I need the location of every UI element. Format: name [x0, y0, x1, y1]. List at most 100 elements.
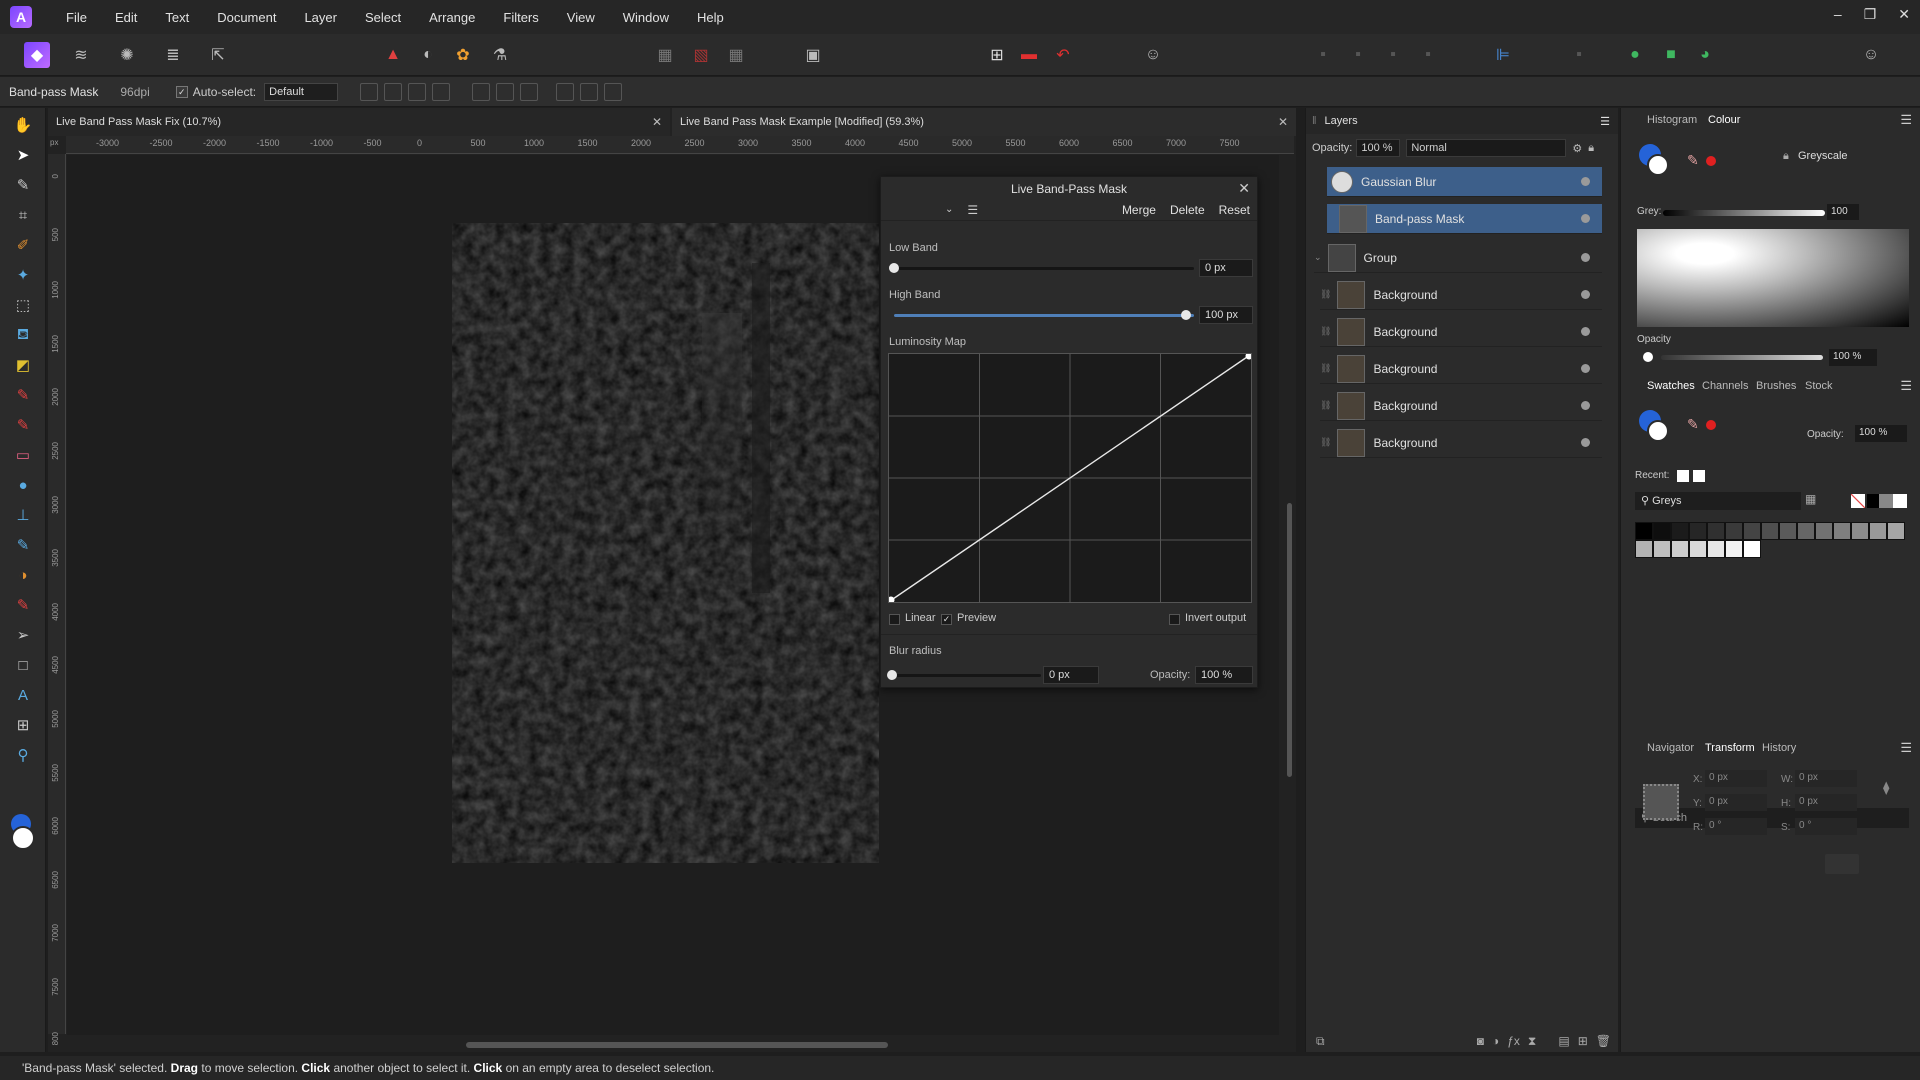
pen-tool-icon[interactable]: ➢ [12, 624, 34, 646]
layer-row[interactable]: ⛓ Background [1320, 280, 1602, 310]
auto-colour-icon[interactable]: ✿ [450, 42, 476, 68]
colour-mode-dropdown[interactable]: Greyscale [1798, 150, 1848, 162]
colour-box[interactable] [1637, 229, 1909, 327]
recent-swatch[interactable] [1693, 470, 1705, 482]
align-right-ctx-icon[interactable] [520, 82, 539, 101]
align-middle-ctx-icon[interactable] [580, 82, 599, 101]
expand-group-icon[interactable]: ⌄ [1314, 252, 1322, 263]
layer-row[interactable]: ⛓ Background [1320, 354, 1602, 384]
rectangle-tool-icon[interactable]: □ [12, 654, 34, 676]
auto-select-checkbox[interactable]: ✓ [175, 85, 188, 98]
palette-dropdown[interactable]: ⚲ Greys [1635, 492, 1801, 510]
quick-mask-icon[interactable]: ▣ [800, 42, 826, 68]
grey-swatch[interactable] [1743, 522, 1761, 540]
colour-menu-icon[interactable]: ☰ [1900, 112, 1912, 128]
colour-picker-tool-icon[interactable]: ✎ [12, 174, 34, 196]
grey-swatch[interactable] [1635, 522, 1653, 540]
no-fill-swatch[interactable] [1851, 494, 1865, 508]
grey-swatch[interactable] [1635, 540, 1653, 558]
colour-replacement-icon[interactable]: ✎ [12, 414, 34, 436]
invert-output-checkbox[interactable] [1169, 614, 1180, 625]
stroke-colour-circle[interactable] [1647, 154, 1669, 176]
auto-select-dropdown[interactable]: Default [264, 82, 339, 101]
flood-select-icon[interactable]: ✦ [12, 264, 34, 286]
close-window-icon[interactable]: ✕ [1898, 6, 1910, 23]
minimize-icon[interactable]: – [1834, 6, 1842, 23]
secondary-colour-swatch[interactable] [11, 826, 35, 850]
visibility-toggle[interactable] [1581, 177, 1590, 186]
y-field[interactable]: 0 px [1705, 794, 1767, 811]
grey-swatch[interactable] [1887, 522, 1905, 540]
undo-red-icon[interactable]: ↶ [1050, 42, 1076, 68]
grey-swatch[interactable] [1725, 522, 1743, 540]
photo-persona-icon[interactable]: ◆ [24, 42, 50, 68]
liquify-persona-icon[interactable]: ≋ [68, 42, 94, 68]
lock-icon[interactable]: 🔒︎ [1588, 142, 1594, 155]
linear-checkbox[interactable] [889, 614, 900, 625]
crop-tool-icon[interactable]: ⌗ [12, 204, 34, 226]
invert-selection-icon[interactable]: ▦ [723, 42, 749, 68]
high-band-knob[interactable] [1181, 310, 1191, 320]
snapping-icon[interactable]: ▬ [1016, 42, 1042, 68]
canvas-image[interactable] [452, 223, 879, 863]
selection-brush-icon[interactable]: ✐ [12, 234, 34, 256]
menu-arrange[interactable]: Arrange [415, 10, 489, 25]
red-eye-icon[interactable]: ✎ [12, 594, 34, 616]
panel-grip-icon[interactable]: ‖ [1312, 115, 1317, 127]
grey-swatch[interactable] [1833, 522, 1851, 540]
grey-swatch[interactable] [1671, 540, 1689, 558]
blend-mode-dropdown[interactable]: Normal [1406, 139, 1567, 157]
arrange-forward-icon[interactable]: ▪ [1380, 42, 1406, 68]
user-account-icon[interactable]: ☺ [1858, 42, 1884, 68]
blur-brush-icon[interactable]: ✎ [12, 534, 34, 556]
colour-opacity-slider[interactable] [1661, 355, 1823, 360]
paint-brush-icon[interactable]: ✎ [12, 384, 34, 406]
s-field[interactable]: 0 ° [1795, 818, 1857, 835]
export-persona-icon[interactable]: ⇱ [205, 42, 231, 68]
align-center-ctx-icon[interactable] [496, 82, 515, 101]
align-left-icon[interactable]: ⊫ [1490, 42, 1516, 68]
delete-button[interactable]: Delete [1170, 203, 1205, 217]
tab-swatches[interactable]: Swatches [1647, 380, 1695, 392]
menu-edit[interactable]: Edit [101, 10, 151, 25]
selection-mode-icon[interactable]: ▦ [652, 42, 678, 68]
luminosity-curve[interactable] [887, 352, 1253, 604]
brushes-icon[interactable]: ◕ [1692, 42, 1718, 68]
low-band-slider[interactable] [894, 267, 1194, 270]
grey-swatch[interactable] [1671, 522, 1689, 540]
align-bottom-ctx-icon[interactable] [604, 82, 623, 101]
swatch-opacity-field[interactable]: 100 % [1855, 425, 1907, 442]
flood-fill-icon[interactable]: ⛾ [12, 324, 34, 346]
grey-swatch[interactable] [1707, 522, 1725, 540]
visibility-toggle[interactable] [1581, 364, 1590, 373]
layer-row[interactable]: ⌄ Group [1314, 243, 1602, 273]
auto-white-balance-icon[interactable]: ⚗ [487, 42, 513, 68]
menu-document[interactable]: Document [203, 10, 290, 25]
r-field[interactable]: 0 ° [1705, 818, 1767, 835]
grey-swatch[interactable] [1779, 522, 1797, 540]
add-group-icon[interactable]: ▤ [1558, 1034, 1569, 1048]
transform-objects-icon[interactable] [408, 82, 427, 101]
tab-brushes[interactable]: Brushes [1756, 380, 1796, 392]
visibility-toggle[interactable] [1581, 327, 1590, 336]
menu-select[interactable]: Select [351, 10, 415, 25]
preview-checkbox[interactable]: ✓ [941, 614, 952, 625]
transform-options-button[interactable] [1825, 854, 1859, 874]
live-filter-icon[interactable]: ƒx [1507, 1034, 1520, 1048]
layers-menu-icon[interactable]: ☰ [1600, 115, 1610, 128]
h-field[interactable]: 0 px [1795, 794, 1857, 811]
tab-transform[interactable]: Transform [1705, 742, 1755, 754]
close-tab-icon[interactable]: ✕ [1278, 115, 1288, 129]
grey-swatch[interactable] [1851, 522, 1869, 540]
add-layer-icon[interactable]: ⊞ [1578, 1034, 1588, 1048]
levels-icon[interactable]: ▲ [380, 42, 406, 68]
merge-button[interactable]: Merge [1122, 203, 1156, 217]
layer-opacity-field[interactable]: 100 % [1356, 139, 1401, 157]
transform-origin-icon[interactable] [360, 82, 379, 101]
tab-history[interactable]: History [1762, 742, 1796, 754]
grey-swatch[interactable] [1869, 522, 1887, 540]
view-tool-icon[interactable]: ✋ [12, 114, 34, 136]
show-bbox-icon[interactable] [384, 82, 403, 101]
mesh-warp-icon[interactable]: ⊞ [12, 714, 34, 736]
arrange-front-icon[interactable]: ▪ [1415, 42, 1441, 68]
